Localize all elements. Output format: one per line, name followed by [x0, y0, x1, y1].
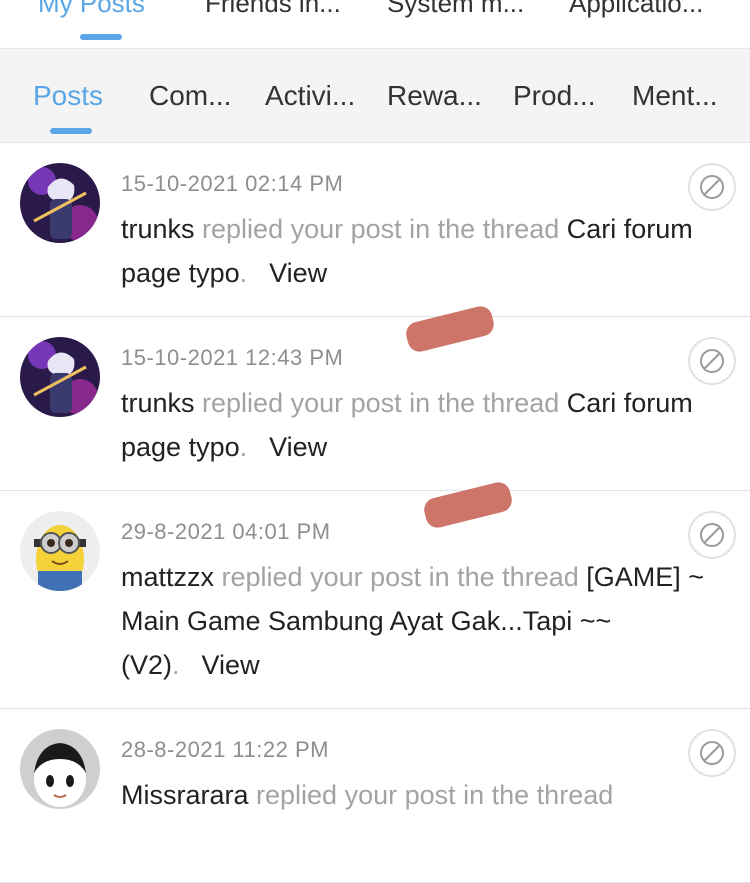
avatar[interactable] — [20, 511, 100, 591]
top-tab-indicator — [80, 34, 122, 40]
view-link[interactable]: View — [269, 432, 327, 462]
view-link[interactable]: View — [269, 258, 327, 288]
notification-item[interactable]: 15-10-2021 02:14 PM trunks replied your … — [0, 143, 750, 317]
view-link[interactable]: View — [202, 650, 260, 680]
tab-my-posts[interactable]: My Posts — [38, 0, 145, 19]
notification-time: 28-8-2021 11:22 PM — [121, 737, 329, 762]
tab-system[interactable]: System m... — [387, 0, 524, 19]
user-link[interactable]: trunks — [121, 388, 195, 418]
notification-text: mattzzx replied your post in the thread … — [121, 555, 731, 687]
block-circle-icon[interactable] — [688, 337, 736, 385]
top-tab-bar: My Posts Friends in... System m... Appli… — [0, 0, 750, 49]
period: . — [239, 258, 248, 288]
notification-time: 29-8-2021 04:01 PM — [121, 519, 331, 544]
notification-text: Missrarara replied your post in the thre… — [121, 773, 731, 817]
avatar[interactable] — [20, 163, 100, 243]
period: . — [239, 432, 248, 462]
notification-time: 15-10-2021 02:14 PM — [121, 171, 344, 196]
subtab-products[interactable]: Prod... — [513, 80, 595, 112]
subtab-rewards[interactable]: Rewa... — [387, 80, 482, 112]
avatar[interactable] — [20, 729, 100, 809]
block-circle-icon[interactable] — [688, 163, 736, 211]
avatar[interactable] — [20, 337, 100, 417]
tab-friends[interactable]: Friends in... — [205, 0, 341, 19]
user-link[interactable]: Missrarara — [121, 780, 249, 810]
tab-applications[interactable]: Applicatio... — [569, 0, 703, 19]
action-text: replied your post in the thread — [194, 388, 567, 418]
sub-tab-bar: Posts Com... Activi... Rewa... Prod... M… — [0, 49, 750, 143]
notification-text: trunks replied your post in the thread C… — [121, 207, 731, 295]
notification-item[interactable]: 28-8-2021 11:22 PM Missrarara replied yo… — [0, 709, 750, 883]
notification-item[interactable]: 15-10-2021 12:43 PM trunks replied your … — [0, 317, 750, 491]
sub-tab-indicator — [50, 128, 92, 134]
user-link[interactable]: trunks — [121, 214, 195, 244]
notification-time: 15-10-2021 12:43 PM — [121, 345, 344, 370]
user-link[interactable]: mattzzx — [121, 562, 214, 592]
subtab-activities[interactable]: Activi... — [265, 80, 355, 112]
action-text: replied your post in the thread — [214, 562, 587, 592]
notification-item[interactable]: 29-8-2021 04:01 PM mattzzx replied your … — [0, 491, 750, 709]
subtab-posts[interactable]: Posts — [33, 80, 103, 112]
subtab-mentions[interactable]: Ment... — [632, 80, 718, 112]
notification-list: 15-10-2021 02:14 PM trunks replied your … — [0, 143, 750, 883]
action-text: replied your post in the thread — [194, 214, 567, 244]
subtab-comments[interactable]: Com... — [149, 80, 231, 112]
block-circle-icon[interactable] — [688, 511, 736, 559]
period: . — [172, 650, 180, 680]
block-circle-icon[interactable] — [688, 729, 736, 777]
notification-text: trunks replied your post in the thread C… — [121, 381, 731, 469]
action-text: replied your post in the thread — [248, 780, 614, 810]
